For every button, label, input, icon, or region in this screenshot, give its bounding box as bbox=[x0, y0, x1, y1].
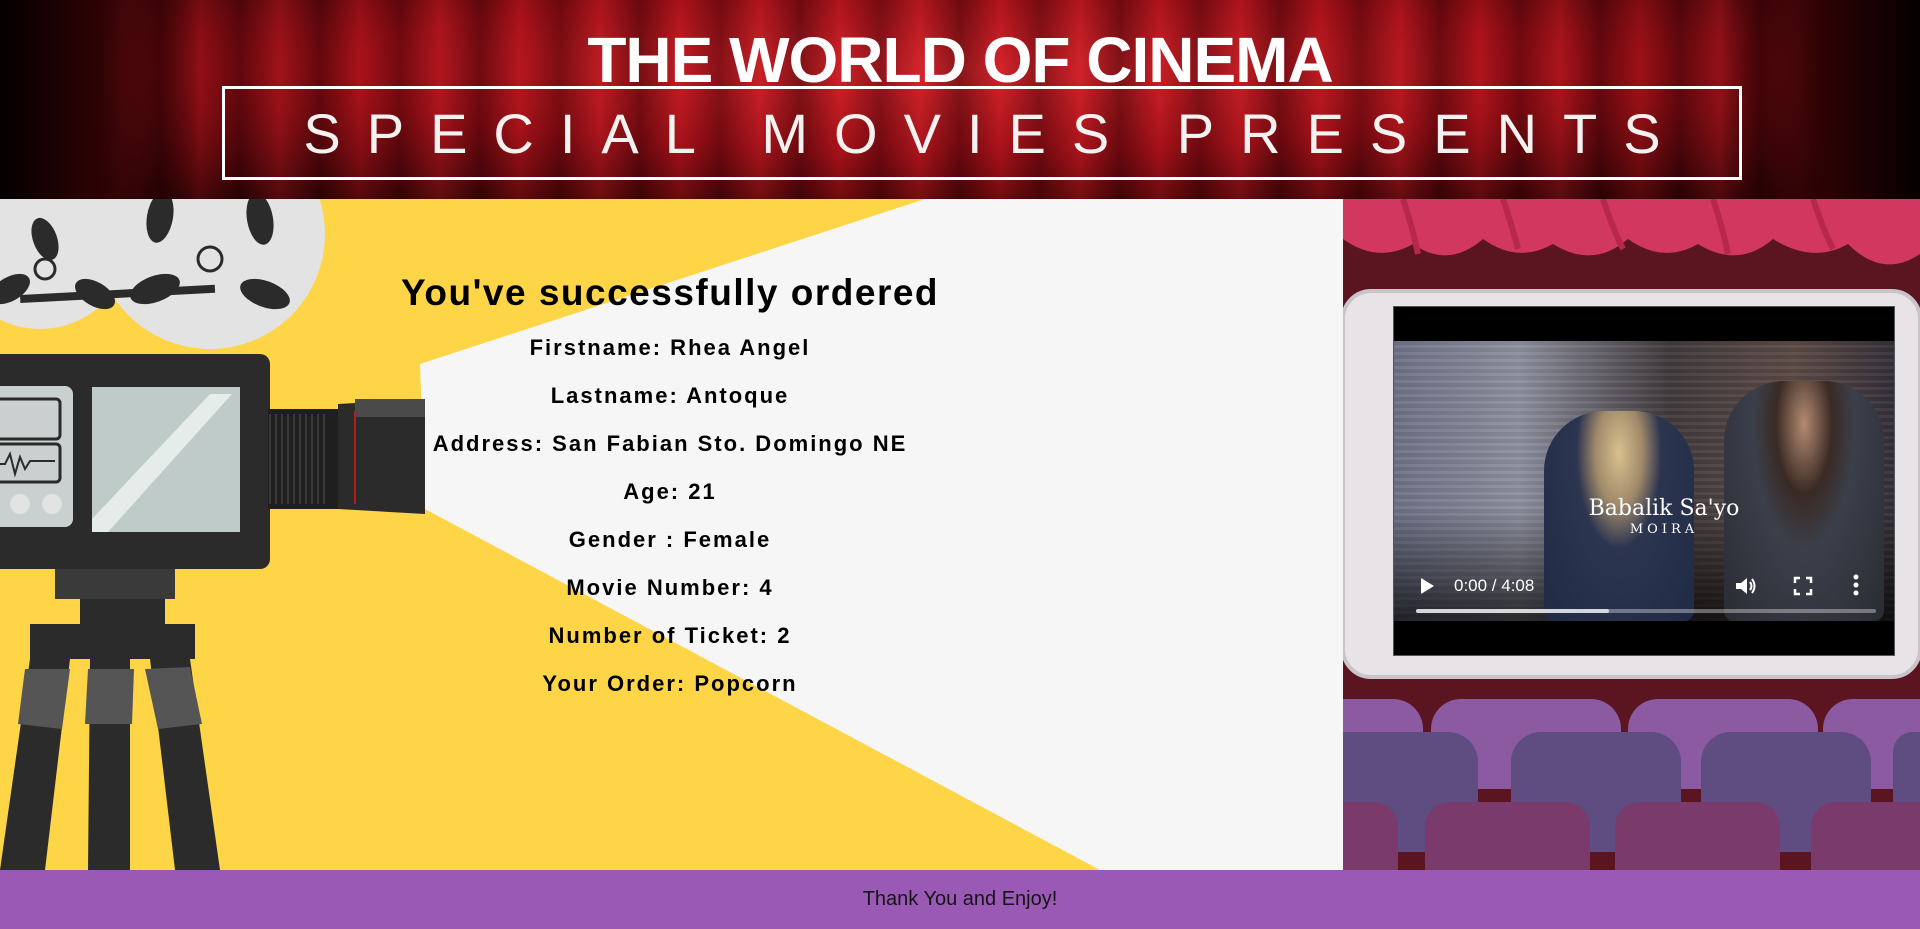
order-firstname: Firstname: Rhea Angel bbox=[529, 335, 811, 360]
video-caption: Babalik Sa'yo MOIRA bbox=[1394, 496, 1894, 537]
video-time: 0:00 / 4:08 bbox=[1454, 576, 1535, 595]
music-video-player[interactable]: Babalik Sa'yo MOIRA 0:00 / 4:08 bbox=[1393, 306, 1895, 656]
video-controls: 0:00 / 4:08 bbox=[1394, 559, 1894, 619]
video-panel: Babalik Sa'yo MOIRA 0:00 / 4:08 bbox=[1343, 199, 1920, 870]
order-gender: Gender : Female bbox=[568, 527, 772, 552]
order-lastname: Lastname: Antoque bbox=[550, 383, 790, 408]
site-header: THE WORLD OF CINEMA SPECIAL MOVIES PRESE… bbox=[0, 0, 1920, 199]
order-heading: You've successfully ordered bbox=[400, 272, 940, 313]
video-artist: MOIRA bbox=[1629, 522, 1699, 537]
video-buffer-fill bbox=[1416, 609, 1610, 613]
order-panel: You've successfully ordered Firstname: R… bbox=[0, 199, 1343, 870]
volume-icon[interactable] bbox=[1734, 575, 1758, 597]
order-address: Address: San Fabian Sto. Domingo NE bbox=[432, 431, 908, 456]
order-summary: You've successfully ordered Firstname: R… bbox=[370, 271, 970, 719]
more-options-icon[interactable] bbox=[1850, 573, 1862, 597]
video-song-title: Babalik Sa'yo bbox=[1588, 496, 1740, 521]
footer-message: Thank You and Enjoy! bbox=[862, 888, 1058, 910]
presents-banner: SPECIAL MOVIES PRESENTS bbox=[222, 86, 1742, 180]
video-progress-bar[interactable] bbox=[1416, 609, 1876, 613]
order-movie-number: Movie Number: 4 bbox=[566, 575, 774, 600]
order-item: Your Order: Popcorn bbox=[542, 671, 798, 696]
presents-text: SPECIAL MOVIES PRESENTS bbox=[303, 101, 1687, 165]
order-ticket-count: Number of Ticket: 2 bbox=[548, 623, 792, 648]
site-footer: Thank You and Enjoy! bbox=[0, 870, 1920, 929]
order-age: Age: 21 bbox=[623, 479, 717, 504]
fullscreen-icon[interactable] bbox=[1792, 575, 1814, 597]
play-icon[interactable] bbox=[1416, 575, 1438, 597]
